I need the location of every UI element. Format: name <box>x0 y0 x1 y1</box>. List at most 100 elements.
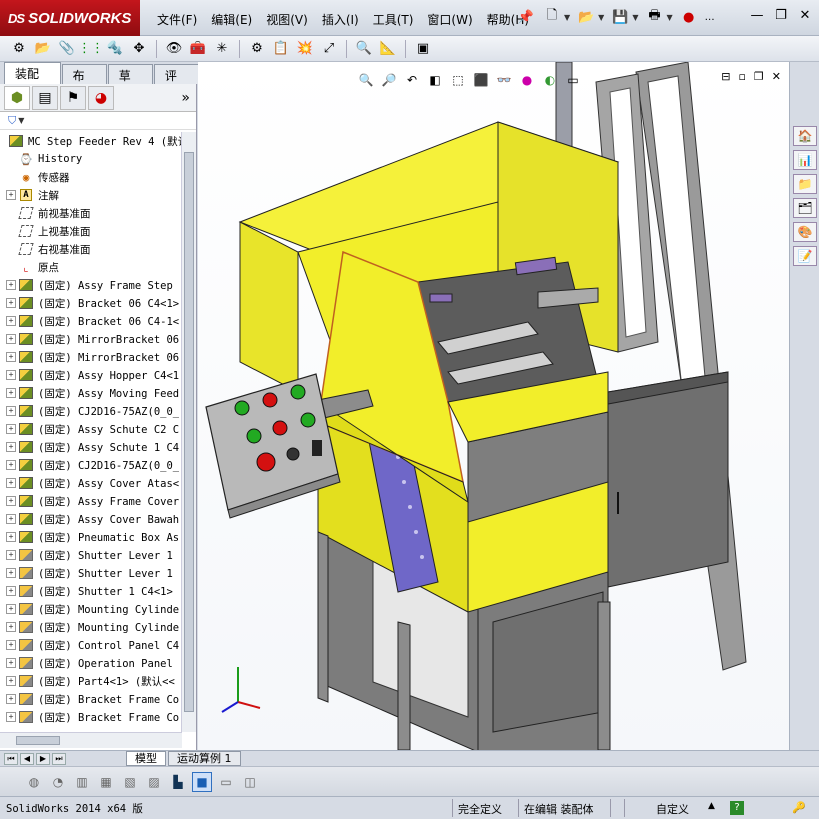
filter-dropdown-icon[interactable]: ▼ <box>18 116 24 125</box>
hidden-lines-visible-icon[interactable]: ▧ <box>120 772 140 792</box>
red-button-1[interactable] <box>262 392 278 408</box>
tree-expander[interactable]: + <box>6 280 16 290</box>
pushpin-icon[interactable]: 📌 <box>516 7 536 27</box>
prev-tab-arrow-icon[interactable]: ◀ <box>20 752 34 765</box>
instant3d-icon[interactable]: ▣ <box>412 38 434 60</box>
leg-front-right[interactable] <box>597 601 611 750</box>
shutter-clip[interactable] <box>429 293 453 303</box>
tree-item[interactable]: ⌞ 原点 <box>0 258 182 276</box>
tree-item[interactable]: + (固定) Assy Cover Bawah <box>0 510 182 528</box>
configuration-manager-tab-icon[interactable]: ⚑ <box>60 85 86 110</box>
view-settings-icon[interactable]: ▭ <box>563 70 583 90</box>
display-manager-tab-icon[interactable]: ◕ <box>88 85 114 110</box>
tree-expander[interactable]: + <box>6 586 16 596</box>
previous-view-icon[interactable]: ↶ <box>402 70 422 90</box>
leg-front-left[interactable] <box>317 531 329 703</box>
tree-item[interactable]: + (固定) Mounting Cylinde <box>0 600 182 618</box>
solidworks-logo[interactable]: DS SOLIDWORKS <box>0 0 140 36</box>
key-switch[interactable] <box>312 440 322 456</box>
tree-item[interactable]: + (固定) Assy Moving Feed <box>0 384 182 402</box>
tree-expander[interactable]: + <box>6 568 16 578</box>
tree-item[interactable]: + (固定) Assy Cover Atas< <box>0 474 182 492</box>
zoom-to-area-icon[interactable]: 🔎 <box>379 70 399 90</box>
red-button-2[interactable] <box>272 420 288 436</box>
tab-evaluate[interactable]: 评估 <box>153 64 199 100</box>
bill-of-materials-icon[interactable]: 📋 <box>270 38 292 60</box>
tree-item[interactable]: + (固定) Assy Schute 1 C4 <box>0 438 182 456</box>
explode-line-sketch-icon[interactable]: ⤢ <box>318 38 340 60</box>
linear-pattern-icon[interactable]: ⋮⋮ <box>78 38 104 60</box>
tree-item[interactable]: + (固定) Shutter Lever 1 <box>0 546 182 564</box>
new-dropdown-icon[interactable]: ▼ <box>564 13 570 22</box>
tab-layout[interactable]: 布局 <box>61 64 107 100</box>
apply-scene-icon[interactable]: ◐ <box>540 70 560 90</box>
viewport-minimize-icon[interactable]: ▫ <box>738 70 745 83</box>
viewport-close-icon[interactable]: ✕ <box>772 70 781 83</box>
save-icon[interactable]: 💾 <box>610 7 630 27</box>
viewport-menu-icon[interactable]: ⊟ <box>721 70 730 83</box>
move-component-icon[interactable]: ✥ <box>128 38 150 60</box>
step-feeder-3d-model[interactable] <box>198 62 789 750</box>
tree-item[interactable]: + (固定) CJ2D16-75AZ(0_0_ <box>0 402 182 420</box>
tree-expander[interactable]: + <box>6 478 16 488</box>
exploded-view-icon[interactable]: 💥 <box>294 38 316 60</box>
open-dropdown-icon[interactable]: ▼ <box>598 13 604 22</box>
tree-expander[interactable]: + <box>6 712 16 722</box>
save-dropdown-icon[interactable]: ▼ <box>632 13 638 22</box>
tab-sketch[interactable]: 草图 <box>107 64 153 100</box>
more-tabs-icon[interactable]: » <box>181 90 190 106</box>
menu-file[interactable]: 文件(F) <box>150 9 204 30</box>
side-cabinet-door[interactable] <box>607 371 729 588</box>
menu-window[interactable]: 窗口(W) <box>420 9 479 30</box>
tree-expander[interactable]: + <box>6 316 16 326</box>
help-icon[interactable]: ? <box>730 801 744 815</box>
file-explorer-icon[interactable]: 📁 <box>793 174 817 194</box>
tree-expander[interactable]: + <box>6 442 16 452</box>
leg-front-middle[interactable] <box>397 621 411 750</box>
tree-item[interactable]: ◉ 传感器 <box>0 168 182 186</box>
open-folder-icon[interactable]: 📂 <box>576 7 596 27</box>
new-motion-study-icon[interactable]: ⚙ <box>246 38 268 60</box>
tree-expander[interactable]: + <box>6 424 16 434</box>
tree-expander[interactable]: + <box>6 640 16 650</box>
hidden-lines-removed-icon[interactable]: ▨ <box>144 772 164 792</box>
new-document-icon[interactable]: 🗋 <box>542 7 562 27</box>
appearances-icon[interactable]: 🎨 <box>793 222 817 242</box>
menu-view[interactable]: 视图(V) <box>259 9 315 30</box>
tab-assembly[interactable]: 装配体 <box>4 62 61 98</box>
last-tab-arrow-icon[interactable]: ⏭ <box>52 752 66 765</box>
restore-icon[interactable]: ❐ <box>773 8 789 23</box>
tree-item[interactable]: + (固定) Operation Panel <box>0 654 182 672</box>
tree-item[interactable]: + (固定) Bracket Frame Co <box>0 690 182 708</box>
tree-item[interactable]: + (固定) Bracket 06 C4-1< <box>0 312 182 330</box>
tree-item[interactable]: + (固定) Assy Hopper C4<1 <box>0 366 182 384</box>
reference-geometry-icon[interactable]: ✳ <box>211 38 233 60</box>
tree-item[interactable]: 上视基准面 <box>0 222 182 240</box>
realview-icon[interactable]: ◍ <box>24 772 44 792</box>
tree-item[interactable]: + (固定) Assy Frame Cover <box>0 492 182 510</box>
viewport-restore-icon[interactable]: ❐ <box>754 70 764 83</box>
tree-item[interactable]: 右视基准面 <box>0 240 182 258</box>
tree-expander[interactable]: + <box>6 694 16 704</box>
shaded-icon[interactable]: ■ <box>192 771 212 792</box>
tree-item[interactable]: + A 注解 <box>0 186 182 204</box>
print-icon[interactable]: 🖶 <box>644 7 664 27</box>
section-toggle-icon[interactable]: ▭ <box>216 772 236 792</box>
insert-component-icon[interactable]: 📂 <box>32 38 54 60</box>
section-view-icon[interactable]: ◧ <box>425 70 445 90</box>
tree-item[interactable]: + (固定) Bracket 06 C4<1> <box>0 294 182 312</box>
tab-model[interactable]: 模型 <box>126 751 166 766</box>
tree-item[interactable]: + (固定) Pneumatic Box As <box>0 528 182 546</box>
tree-item[interactable]: 前视基准面 <box>0 204 182 222</box>
assembly-features-icon[interactable]: 🧰 <box>187 38 209 60</box>
tree-item[interactable]: + (固定) Shutter 1 C4<1> <box>0 582 182 600</box>
design-library-icon[interactable]: 📊 <box>793 150 817 170</box>
tree-vertical-scrollbar[interactable] <box>181 132 196 732</box>
tree-expander[interactable]: + <box>6 622 16 632</box>
smart-fasteners-icon[interactable]: 🔩 <box>104 38 126 60</box>
tree-item[interactable]: + (固定) Part4<1> (默认<< <box>0 672 182 690</box>
tree-item[interactable]: + (固定) Shutter Lever 1 <box>0 564 182 582</box>
show-hidden-icon[interactable]: 👁 <box>163 38 185 60</box>
shaded-with-edges-icon[interactable]: ▙ <box>168 772 188 792</box>
tree-item[interactable]: + (固定) Assy Frame Step <box>0 276 182 294</box>
